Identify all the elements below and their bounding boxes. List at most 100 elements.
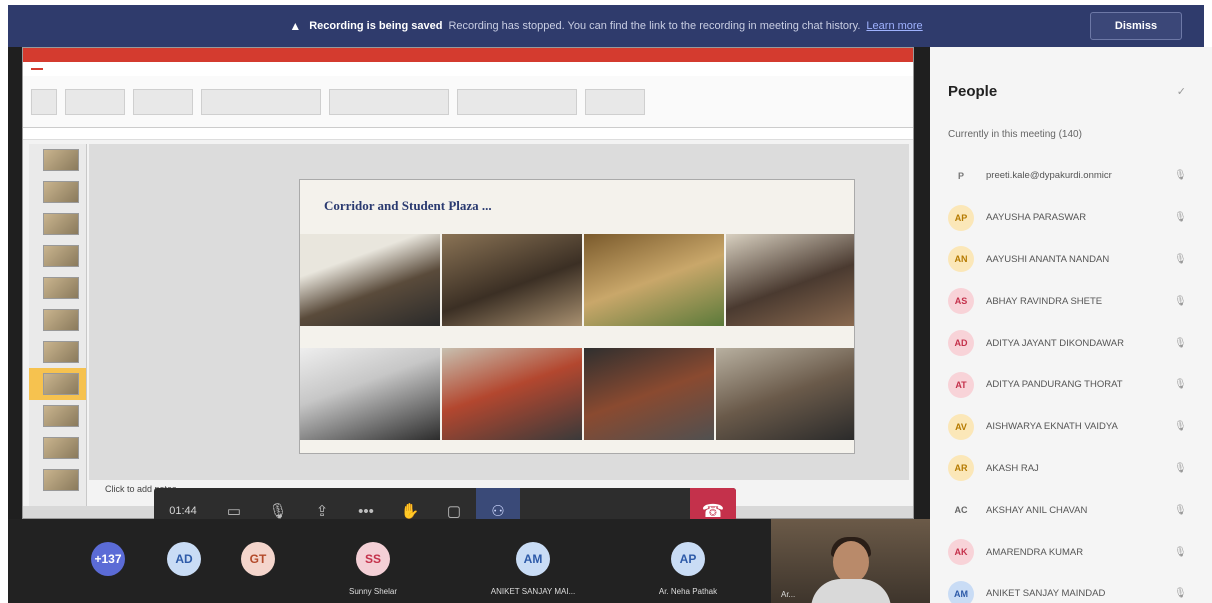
current-slide: Corridor and Student Plaza ... — [299, 179, 855, 454]
participant-name: Ar. Neha Pathak — [658, 587, 718, 596]
mic-muted-icon: 🎙 — [1174, 253, 1187, 265]
people-list-item[interactable]: AR AKASH RAJ 🎙 — [948, 448, 1198, 490]
banner-message: Recording has stopped. You can find the … — [448, 20, 861, 32]
slide-photo — [442, 348, 582, 440]
people-list-item[interactable]: AP AAYUSHA PARASWAR 🎙 — [948, 197, 1198, 239]
member-avatar: AC — [948, 497, 974, 524]
ppt-file-tab — [31, 68, 43, 70]
banner-title: Recording is being saved — [309, 20, 443, 32]
people-list-item[interactable]: AV AISHWARYA EKNATH VAIDYA 🎙 — [948, 406, 1198, 448]
member-avatar: AV — [948, 413, 974, 440]
participant-avatar: +137 — [91, 542, 125, 576]
font-group — [201, 88, 321, 115]
slide-canvas: Corridor and Student Plaza ... — [89, 144, 909, 480]
video-participant-name: Ar... — [781, 590, 796, 599]
slide-thumbnail-selected — [29, 368, 86, 400]
member-avatar: AS — [948, 288, 974, 315]
participant-tile[interactable]: AM ANIKET SANJAY MAI... — [468, 519, 598, 603]
participant-tile[interactable]: AD — [164, 519, 204, 603]
participant-tile[interactable]: AP Ar. Neha Pathak — [628, 519, 748, 603]
slide-thumbnail — [29, 176, 86, 208]
slide-thumbnail-pane — [29, 144, 87, 516]
people-list-item[interactable]: AT ADITYA PANDURANG THORAT 🎙 — [948, 364, 1198, 406]
member-name: AAYUSHA PARASWAR — [986, 212, 1087, 224]
participant-video-tile[interactable]: Ar... — [771, 519, 930, 603]
member-avatar: AR — [948, 455, 974, 482]
people-list-item[interactable]: AM ANIKET SANJAY MAINDAD 🎙 — [948, 573, 1198, 603]
member-avatar: AM — [948, 580, 974, 603]
participant-avatar: AP — [671, 542, 705, 576]
mic-muted-icon: 🎙 — [1174, 588, 1187, 600]
warning-icon: ▲ — [289, 19, 302, 33]
mic-muted-icon: 🎙 — [1174, 504, 1187, 516]
slide-photo — [300, 348, 440, 440]
mic-muted-icon: 🎙 — [1174, 379, 1187, 391]
mic-muted-icon: 🎙 — [1174, 421, 1187, 433]
member-name: AKASH RAJ — [986, 462, 1039, 474]
member-name: AISHWARYA EKNATH VAIDYA — [986, 421, 1118, 433]
member-name: ADITYA PANDURANG THORAT — [986, 379, 1123, 391]
people-list-item[interactable]: Ppreeti.kale@dypakurdi.onmicr 🎙 — [948, 155, 1198, 197]
paragraph-group — [329, 88, 449, 115]
slide-thumbnail — [29, 208, 86, 240]
drawing-group — [457, 88, 577, 115]
people-list-item[interactable]: AS ABHAY RAVINDRA SHETE 🎙 — [948, 280, 1198, 322]
people-list-item[interactable]: AN AAYUSHI ANANTA NANDAN 🎙 — [948, 239, 1198, 281]
member-avatar: AT — [948, 371, 974, 398]
shared-powerpoint-window: Corridor and Student Plaza ... Click to … — [22, 47, 914, 519]
learn-more-link[interactable]: Learn more — [866, 20, 922, 32]
participant-tile[interactable]: +137 — [88, 519, 128, 603]
member-name: ANIKET SANJAY MAINDAD — [986, 588, 1106, 600]
member-name: AAYUSHI ANANTA NANDAN — [986, 253, 1110, 265]
member-name: ABHAY RAVINDRA SHETE — [986, 295, 1103, 307]
slide-photo — [584, 348, 714, 440]
member-avatar: AP — [948, 204, 974, 231]
people-list-item[interactable]: AC AKSHAY ANIL CHAVAN 🎙 — [948, 489, 1198, 531]
member-name: AMARENDRA KUMAR — [986, 546, 1084, 558]
meeting-count-label[interactable]: Currently in this meeting (140) — [948, 129, 1082, 140]
slide-thumbnail — [29, 464, 86, 496]
participant-avatar: AD — [167, 542, 201, 576]
mic-muted-icon: 🎙 — [1174, 546, 1187, 558]
slide-thumbnail — [29, 432, 86, 464]
teams-meeting-window: ▲ Recording is being saved Recording has… — [0, 0, 1212, 603]
mic-muted-icon: 🎙 — [1174, 295, 1187, 307]
participant-name: ANIKET SANJAY MAI... — [490, 587, 576, 596]
slide-thumbnail — [29, 400, 86, 432]
mic-muted-icon: 🎙 — [1174, 462, 1187, 474]
slide-thumbnail — [29, 272, 86, 304]
clipboard-group — [65, 88, 125, 115]
people-list: Ppreeti.kale@dypakurdi.onmicr 🎙 AP AAYUSHA … — [948, 155, 1198, 603]
participant-tile[interactable]: SS Sunny Shelar — [313, 519, 433, 603]
slide-photo — [716, 348, 854, 440]
participant-tile[interactable]: GT — [238, 519, 278, 603]
ppt-ribbon — [23, 76, 913, 128]
people-list-item[interactable]: AK AMARENDRA KUMAR 🎙 — [948, 531, 1198, 573]
slide-photo — [442, 234, 582, 326]
slide-thumbnail — [29, 304, 86, 336]
slide-photo — [300, 234, 440, 326]
recording-banner: ▲ Recording is being saved Recording has… — [8, 5, 1204, 47]
participant-avatar: AM — [516, 542, 550, 576]
slide-photo — [726, 234, 854, 326]
dismiss-button[interactable]: Dismiss — [1090, 12, 1182, 40]
participant-name: Sunny Shelar — [348, 587, 398, 596]
quick-access-bar — [23, 128, 913, 140]
member-avatar: AD — [948, 330, 974, 357]
people-panel-title: People — [948, 83, 998, 100]
member-name: preeti.kale@dypakurdi.onmicr — [986, 170, 1112, 182]
mic-muted-icon: 🎙 — [1174, 337, 1187, 349]
editing-group — [585, 88, 645, 115]
slide-title: Corridor and Student Plaza ... — [324, 198, 492, 213]
member-name: ADITYA JAYANT DIKONDAWAR — [986, 337, 1124, 349]
people-list-item[interactable]: AD ADITYA JAYANT DIKONDAWAR 🎙 — [948, 322, 1198, 364]
member-name: AKSHAY ANIL CHAVAN — [986, 504, 1088, 516]
slide-thumbnail — [29, 240, 86, 272]
paste-icon — [31, 88, 57, 115]
participant-avatar: GT — [241, 542, 275, 576]
mic-muted-icon: 🎙 — [1174, 212, 1187, 224]
slide-photo — [584, 234, 724, 326]
slides-group — [133, 88, 193, 115]
participant-strip: +137 AD GT SS Sunny Shelar AM ANIKET SAN… — [8, 519, 930, 603]
collapse-icon[interactable]: ✓ — [1177, 85, 1186, 98]
